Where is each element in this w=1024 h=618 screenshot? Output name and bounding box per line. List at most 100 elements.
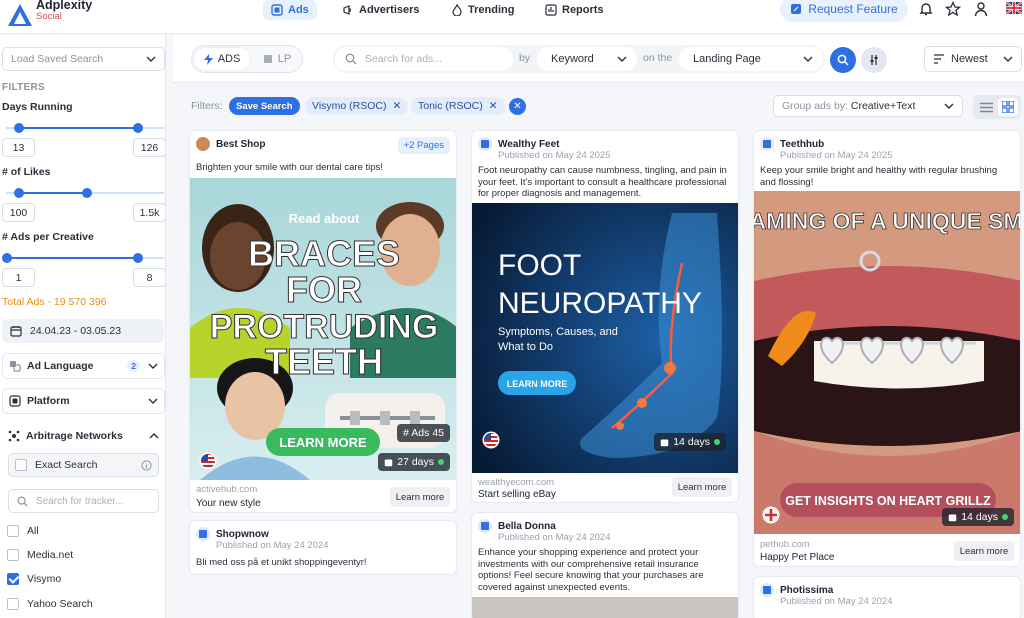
save-search-button[interactable]: Save Search [229, 97, 300, 115]
per-min-handle[interactable] [2, 253, 12, 263]
arbitrage-networks-accordion[interactable]: Arbitrage Networks [2, 423, 165, 449]
group-by-select[interactable]: Group ads by: Creative+Text [773, 95, 963, 117]
sliders-icon [870, 55, 878, 65]
us-flag-icon [482, 431, 500, 449]
ads-per-creative-label: # Ads per Creative [2, 231, 94, 243]
per-min-input[interactable]: 1 [2, 268, 35, 287]
ad-domain[interactable]: wealthyecom.com [478, 477, 554, 488]
per-max-handle[interactable] [133, 253, 143, 263]
exact-search-toggle[interactable]: Exact Search [8, 453, 159, 477]
request-feature-button[interactable]: Request Feature [780, 0, 908, 22]
likes-max-input[interactable]: 1.5k [133, 203, 165, 222]
ad-card[interactable]: Bella Donna Published on May 24 2024 Enh… [471, 512, 739, 618]
advertiser-name[interactable]: Bella Donna [498, 521, 556, 532]
avatar[interactable] [196, 527, 210, 541]
likes-slider[interactable] [6, 188, 164, 198]
filter-chip-visymo[interactable]: Visymo (RSOC) ✕ [305, 97, 409, 115]
search-target-select[interactable]: Landing Page [679, 47, 823, 71]
tab-ads[interactable]: ADS [194, 48, 250, 70]
advertiser-name[interactable]: Wealthy Feet [498, 139, 560, 150]
bell-icon[interactable] [918, 1, 934, 17]
creative-headline-line: NEUROPATHY [498, 287, 702, 320]
ad-card[interactable]: Best Shop +2 Pages Brighten your smile w… [189, 130, 457, 513]
uk-flag-icon[interactable] [1006, 2, 1022, 14]
load-saved-search-select[interactable]: Load Saved Search [2, 47, 165, 71]
ad-card[interactable]: Photissima Published on May 24 2024 [753, 576, 1021, 618]
learn-more-button[interactable]: Learn more [954, 541, 1014, 561]
close-icon[interactable]: ✕ [392, 100, 401, 112]
ad-creative[interactable]: FOOT NEUROPATHY Symptoms, Causes, and Wh… [472, 203, 738, 473]
checkbox[interactable] [7, 549, 19, 561]
days-running-slider[interactable] [6, 123, 164, 133]
list-view-button[interactable] [976, 98, 996, 116]
grid-view-button[interactable] [998, 98, 1018, 116]
exact-search-checkbox[interactable] [15, 459, 27, 471]
likes-min-handle[interactable] [14, 188, 24, 198]
info-icon[interactable] [141, 459, 152, 471]
calendar-icon [948, 514, 957, 521]
ads-icon [271, 4, 283, 16]
per-max-input[interactable]: 8 [133, 268, 165, 287]
star-icon[interactable] [945, 1, 961, 17]
user-icon[interactable] [973, 1, 989, 17]
learn-more-button[interactable]: Learn more [390, 487, 450, 507]
avatar[interactable] [478, 519, 492, 533]
checkbox[interactable] [7, 598, 19, 610]
advertiser-name[interactable]: Photissima [780, 585, 833, 596]
ad-card[interactable]: Shopwnow Published on May 24 2024 Bli me… [189, 520, 457, 575]
checkbox-checked[interactable] [7, 573, 19, 585]
network-item-medianet[interactable]: Media.net [7, 549, 73, 561]
avatar[interactable] [760, 137, 774, 151]
platform-accordion[interactable]: Platform [2, 388, 165, 414]
date-range-picker[interactable]: 24.04.23 - 03.05.23 [2, 319, 164, 343]
avatar[interactable] [196, 137, 210, 151]
page-icon [199, 530, 207, 538]
tracker-search-input[interactable]: Search for tracker... [8, 489, 159, 513]
likes-min-input[interactable]: 100 [2, 203, 35, 222]
advanced-filter-button[interactable] [861, 47, 887, 73]
network-item-yahoo[interactable]: Yahoo Search [7, 598, 93, 610]
checkbox[interactable] [7, 525, 19, 537]
ads-lp-toggle: ADS LP [191, 45, 303, 73]
nav-reports[interactable]: Reports [537, 0, 612, 20]
ad-language-accordion[interactable]: Ad Language 2 [2, 353, 165, 379]
advertiser-name[interactable]: Teethhub [780, 139, 824, 150]
more-pages-button[interactable]: +2 Pages [397, 137, 450, 154]
learn-more-button[interactable]: Learn more [672, 477, 732, 497]
days-max-input[interactable]: 126 [133, 138, 165, 157]
ad-creative[interactable]: Read about BRACES FOR PROTRUDING TEETH L… [190, 178, 456, 480]
avatar[interactable] [760, 583, 774, 597]
close-icon[interactable]: ✕ [489, 100, 498, 112]
nav-advertisers[interactable]: Advertisers [334, 0, 428, 20]
view-toggle [973, 95, 1021, 119]
ad-domain[interactable]: pethub.com [760, 539, 810, 550]
ad-domain[interactable]: activehub.com [196, 484, 257, 495]
days-min-input[interactable]: 13 [2, 138, 35, 157]
ads-per-creative-slider[interactable] [2, 253, 164, 263]
advertiser-name[interactable]: Shopwnow [216, 529, 269, 540]
tab-lp[interactable]: LP [254, 48, 300, 70]
ad-card[interactable]: Wealthy Feet Published on May 24 2025 Fo… [471, 130, 739, 503]
search-button[interactable] [830, 47, 856, 73]
ads-count-badge: # Ads 45 [397, 424, 450, 442]
ad-creative[interactable]: REAMING OF A UNIQUE SMILE GET INSIGHTS O… [754, 191, 1020, 534]
nav-ads[interactable]: Ads [263, 0, 317, 20]
filters-label: Filters: [191, 100, 223, 112]
ad-creative[interactable] [472, 597, 738, 618]
published-date: Published on May 24 2025 [498, 150, 611, 161]
likes-max-handle[interactable] [82, 188, 92, 198]
days-min-handle[interactable] [14, 123, 24, 133]
network-item-all[interactable]: All [7, 525, 39, 537]
ad-search-input[interactable]: Search for ads... [335, 47, 513, 71]
sort-select[interactable]: Newest [924, 46, 1022, 72]
network-item-visymo[interactable]: Visymo [7, 573, 61, 585]
filter-chip-tonic[interactable]: Tonic (RSOC) ✕ [411, 97, 505, 115]
search-mode-select[interactable]: Keyword [537, 47, 637, 71]
ad-card[interactable]: Teethhub Published on May 24 2025 Keep y… [753, 130, 1021, 567]
clear-filters-button[interactable]: ✕ [509, 98, 526, 115]
days-max-handle[interactable] [133, 123, 143, 133]
nav-trending[interactable]: Trending [443, 0, 522, 20]
avatar[interactable] [478, 137, 492, 151]
advertiser-name[interactable]: Best Shop [216, 139, 265, 150]
adplexity-logo[interactable] [6, 2, 34, 28]
